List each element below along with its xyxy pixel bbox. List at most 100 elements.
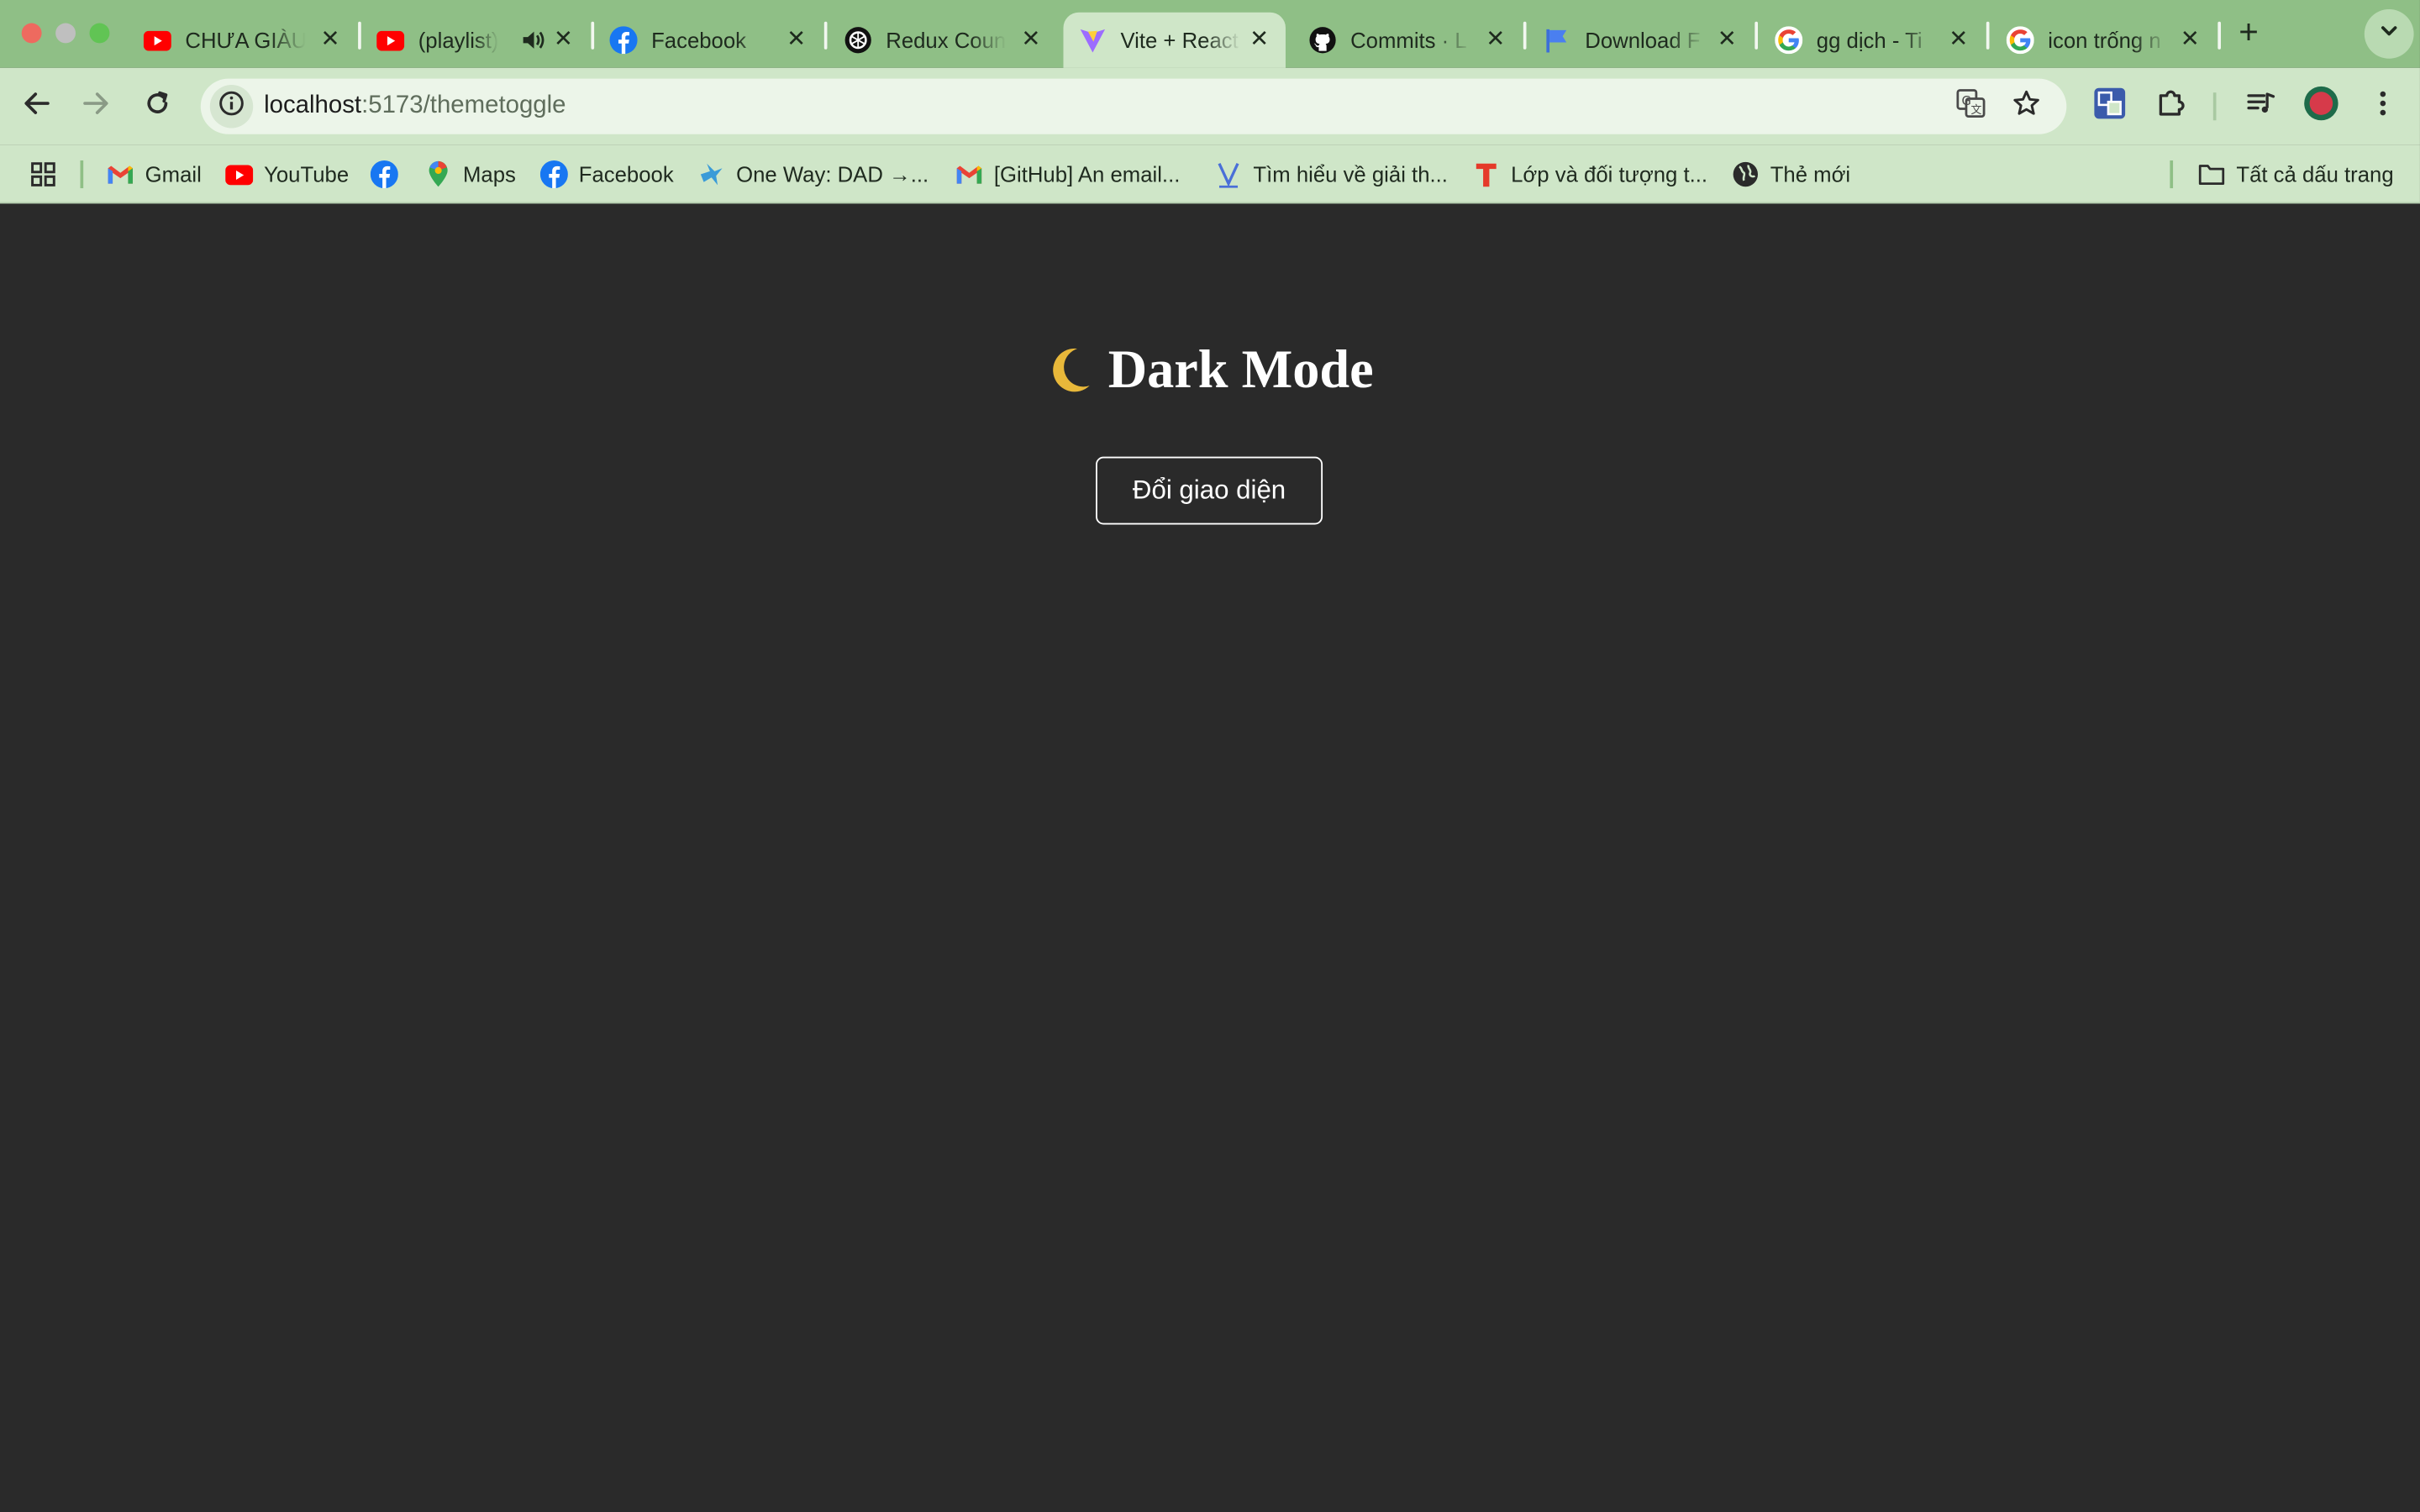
address-bar[interactable]: localhost:5173/themetoggle G文 <box>200 78 2067 134</box>
browser-tab[interactable]: Facebook ✕ <box>594 13 823 68</box>
moon-icon <box>1046 344 1092 396</box>
back-button[interactable] <box>15 85 58 128</box>
bookmark-divider <box>80 160 84 189</box>
bookmark-label: Tìm hiểu về giải th... <box>1253 161 1448 187</box>
url-host: localhost <box>264 92 362 119</box>
svg-text:G: G <box>1961 93 1970 108</box>
close-icon[interactable]: ✕ <box>1245 26 1273 54</box>
star-icon <box>2011 87 2042 126</box>
site-info-button[interactable] <box>209 85 254 129</box>
bookmarks-bar: Gmail YouTube Maps Facebook One Way: DAD… <box>0 144 2420 204</box>
gmail-icon <box>955 160 983 188</box>
globe-icon <box>1732 160 1760 188</box>
tab-title: (playlist) <box>418 28 499 53</box>
maps-icon <box>424 160 452 188</box>
tab-title: icon trống n <box>2048 28 2161 53</box>
apps-grid-icon <box>29 160 57 188</box>
bookmark-label: Maps <box>463 161 516 187</box>
page-viewport: Dark Mode Đổi giao diện <box>0 203 2420 1512</box>
tab-title: Vite + React <box>1120 28 1239 53</box>
playlist-music-icon <box>2244 86 2278 128</box>
vite-icon <box>1079 26 1107 54</box>
bookmark-facebook[interactable]: Facebook <box>539 159 674 190</box>
all-bookmarks-button[interactable]: Tất cả dấu trang <box>2197 159 2394 190</box>
avatar <box>2302 84 2339 129</box>
tab-title: Facebook <box>651 28 747 53</box>
translate-button[interactable]: G文 <box>1952 88 1989 125</box>
bookmark-label: Tất cả dấu trang <box>2236 161 2394 187</box>
profile-button[interactable] <box>2302 85 2339 125</box>
facebook-icon <box>370 160 398 189</box>
bookmark-lop-doi-tuong[interactable]: Lớp và đối tượng t... <box>1472 159 1707 190</box>
browser-tab[interactable]: CHƯA GIÀU ✕ <box>128 13 356 68</box>
browser-menu-button[interactable] <box>2365 88 2402 125</box>
reload-button[interactable] <box>136 85 179 128</box>
apps-button[interactable] <box>29 159 68 190</box>
svg-text:文: 文 <box>1970 103 1981 116</box>
openai-icon <box>844 26 872 54</box>
close-icon[interactable]: ✕ <box>1944 26 1972 54</box>
bookmark-facebook[interactable] <box>370 159 409 190</box>
media-controls-button[interactable] <box>2243 88 2280 125</box>
browser-tab[interactable]: Download F ✕ <box>1528 13 1753 68</box>
browser-tab[interactable]: icon trống n ✕ <box>1991 13 2216 68</box>
browser-tab[interactable]: (playlist) ✕ <box>361 13 590 68</box>
browser-tab[interactable]: Redux Coun ✕ <box>829 13 1057 68</box>
tab-divider <box>1986 21 1990 50</box>
bookmark-gmail[interactable]: Gmail <box>107 159 202 190</box>
bookmark-label: Gmail <box>145 161 202 187</box>
tab-title: gg dịch - Ti <box>1816 28 1923 53</box>
github-icon <box>1309 26 1337 54</box>
info-icon <box>218 89 245 124</box>
facebook-icon <box>609 26 638 55</box>
bookmark-the-moi[interactable]: Thẻ mới <box>1732 159 1850 190</box>
close-icon[interactable]: ✕ <box>550 26 577 54</box>
browser-tab-active[interactable]: Vite + React ✕ <box>1063 12 1286 68</box>
google-icon <box>2006 26 2034 55</box>
page-title-text: Dark Mode <box>1107 339 1374 400</box>
bookmark-divider <box>2170 160 2174 189</box>
maximize-window-button[interactable] <box>89 23 110 44</box>
tab-strip: CHƯA GIÀU ✕ (playlist) ✕ Facebook ✕ Redu… <box>0 0 2420 68</box>
flag-icon <box>1544 26 1571 54</box>
new-tab-button[interactable]: + <box>2232 14 2265 49</box>
tab-divider <box>823 21 828 50</box>
speaker-icon[interactable] <box>518 26 546 54</box>
browser-tab[interactable]: Commits · L ✕ <box>1293 13 1522 68</box>
more-vertical-icon <box>2367 87 2398 126</box>
reload-icon <box>142 87 173 126</box>
bookmark-maps[interactable]: Maps <box>424 159 516 190</box>
theme-toggle-button[interactable]: Đổi giao diện <box>1096 456 1323 525</box>
bookmark-tim-hieu[interactable]: Tìm hiểu về giải th... <box>1214 159 1448 190</box>
tab-title: Download F <box>1585 28 1701 53</box>
close-icon[interactable]: ✕ <box>317 26 345 54</box>
browser-tab[interactable]: gg dịch - Ti ✕ <box>1760 13 1985 68</box>
tab-title: Commits · L <box>1350 28 1467 53</box>
close-icon[interactable]: ✕ <box>1713 26 1741 54</box>
bookmark-label: One Way: DAD →... <box>736 161 929 187</box>
t-icon <box>1472 160 1500 188</box>
arrow-right-icon <box>81 87 112 126</box>
close-icon[interactable]: ✕ <box>2176 26 2204 54</box>
bookmark-github-email[interactable]: [GitHub] An email... <box>955 159 1180 190</box>
bookmark-label: Facebook <box>578 161 674 187</box>
bookmark-youtube[interactable]: YouTube <box>225 159 349 190</box>
google-icon <box>1775 26 1803 55</box>
url-text[interactable]: localhost:5173/themetoggle <box>264 92 566 120</box>
youtube-icon <box>376 26 405 54</box>
extension-translate-button[interactable] <box>2091 86 2128 128</box>
v-icon <box>1214 160 1242 188</box>
minimize-window-button[interactable] <box>55 23 76 44</box>
bookmark-one-way[interactable]: One Way: DAD →... <box>697 159 929 190</box>
puzzle-icon <box>2154 86 2188 128</box>
close-icon[interactable]: ✕ <box>1017 26 1044 54</box>
bookmark-star-button[interactable] <box>2008 88 2045 125</box>
forward-button[interactable] <box>74 85 117 128</box>
tab-search-button[interactable] <box>2364 9 2414 59</box>
translate-extension-icon <box>2093 86 2127 128</box>
extensions-button[interactable] <box>2153 88 2190 125</box>
close-icon[interactable]: ✕ <box>782 26 810 54</box>
close-window-button[interactable] <box>21 23 42 44</box>
close-icon[interactable]: ✕ <box>1481 26 1509 54</box>
youtube-icon <box>225 160 254 188</box>
